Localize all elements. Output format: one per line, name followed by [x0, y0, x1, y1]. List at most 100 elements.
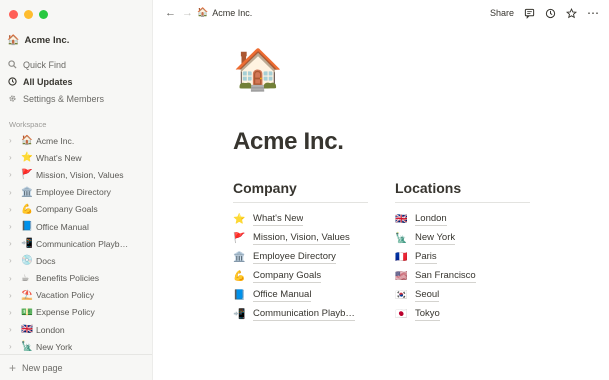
- sidebar-page-title: Company Goals: [36, 204, 98, 215]
- page-emoji: 💵: [21, 306, 33, 318]
- sidebar-page-row[interactable]: › 📘 Office Manual: [0, 218, 152, 235]
- page-tree: › 🏠 Acme Inc. › ⭐ What's New › 🚩 Mission, Visi…: [0, 132, 152, 355]
- sidebar-page-row[interactable]: › ⛱️ Vacation Policy: [0, 287, 152, 304]
- sidebar-page-row[interactable]: › 🚩 Mission, Vision, Values: [0, 166, 152, 183]
- breadcrumb-emoji: 🏠: [197, 7, 209, 17]
- page-link-title: London: [415, 213, 447, 226]
- link-emoji: 🇰🇷: [395, 290, 408, 301]
- page-link[interactable]: 🏛️ Employee Directory: [233, 248, 368, 267]
- sidebar-page-row[interactable]: › ☕ Benefits Policies: [0, 270, 152, 287]
- minimize-window-button[interactable]: [24, 10, 33, 19]
- clock-icon: [7, 76, 18, 88]
- forward-arrow-icon[interactable]: →: [182, 7, 193, 19]
- more-icon[interactable]: ⋯: [587, 6, 599, 20]
- page-link[interactable]: 🇬🇧 London: [395, 210, 530, 229]
- history-icon[interactable]: [545, 8, 556, 19]
- sidebar-page-title: London: [36, 324, 65, 335]
- sidebar-page-title: Communication Playb…: [36, 238, 129, 249]
- link-emoji: 🚩: [233, 233, 246, 244]
- topbar: ← → 🏠 Acme Inc. Share ⋯: [153, 0, 609, 26]
- page-link[interactable]: 📲 Communication Playb…: [233, 305, 368, 324]
- page-emoji: 🗽: [21, 341, 33, 353]
- page-emoji: 🇬🇧: [21, 324, 33, 336]
- chevron-right-icon[interactable]: ›: [9, 239, 21, 248]
- page-emoji: 🚩: [21, 169, 33, 181]
- close-window-button[interactable]: [9, 10, 18, 19]
- page-emoji: ⭐: [21, 152, 33, 164]
- page-icon[interactable]: 🏠: [233, 50, 283, 90]
- sidebar-page-title: Mission, Vision, Values: [36, 169, 124, 180]
- link-emoji: 🏛️: [233, 252, 246, 263]
- sidebar-page-row[interactable]: › 💪 Company Goals: [0, 201, 152, 218]
- chevron-right-icon[interactable]: ›: [9, 222, 21, 231]
- share-button[interactable]: Share: [490, 8, 514, 18]
- workspace-switcher[interactable]: 🏠 Acme Inc.: [7, 35, 69, 46]
- zoom-window-button[interactable]: [39, 10, 48, 19]
- gear-icon: [7, 94, 18, 105]
- page-link[interactable]: 📘 Office Manual: [233, 286, 368, 305]
- page-link[interactable]: 🇫🇷 Paris: [395, 248, 530, 267]
- app-window: 🏠 Acme Inc. Quick Find All Updates Setti…: [0, 0, 609, 380]
- chevron-right-icon[interactable]: ›: [9, 274, 21, 283]
- breadcrumb[interactable]: 🏠 Acme Inc.: [197, 7, 252, 18]
- page-link[interactable]: ⭐ What's New: [233, 210, 368, 229]
- chevron-right-icon[interactable]: ›: [9, 291, 21, 300]
- sidebar-page-row[interactable]: › ⭐ What's New: [0, 149, 152, 166]
- chevron-right-icon[interactable]: ›: [9, 325, 21, 334]
- sidebar-page-title: Expense Policy: [36, 307, 95, 318]
- page-link[interactable]: 🚩 Mission, Vision, Values: [233, 229, 368, 248]
- sidebar-page-row[interactable]: › 💵 Expense Policy: [0, 304, 152, 321]
- page-title[interactable]: Acme Inc.: [233, 128, 344, 156]
- chevron-right-icon[interactable]: ›: [9, 188, 21, 197]
- settings-members-label: Settings & Members: [23, 94, 105, 104]
- main-content: ← → 🏠 Acme Inc. Share ⋯ 🏠 Acme Inc. Comp…: [153, 0, 609, 380]
- sidebar-page-title: What's New: [36, 152, 82, 163]
- star-icon[interactable]: [566, 7, 577, 19]
- sidebar-page-title: Employee Directory: [36, 187, 111, 198]
- all-updates-label: All Updates: [23, 77, 73, 87]
- page-link-title: Employee Directory: [253, 251, 336, 264]
- chevron-right-icon[interactable]: ›: [9, 153, 21, 162]
- link-emoji: 🇬🇧: [395, 214, 408, 225]
- back-arrow-icon[interactable]: ←: [165, 7, 176, 19]
- quick-find-button[interactable]: Quick Find: [7, 58, 66, 72]
- settings-members-button[interactable]: Settings & Members: [7, 92, 104, 106]
- page-emoji: 📘: [21, 221, 33, 233]
- new-page-button[interactable]: + New page: [0, 354, 152, 380]
- sidebar-page-row[interactable]: › 🗽 New York: [0, 338, 152, 355]
- page-link[interactable]: 💪 Company Goals: [233, 267, 368, 286]
- sidebar-page-row[interactable]: › 🇬🇧 London: [0, 321, 152, 338]
- page-emoji: 💪: [21, 203, 33, 215]
- chevron-right-icon[interactable]: ›: [9, 342, 21, 351]
- chevron-right-icon[interactable]: ›: [9, 136, 21, 145]
- locations-heading[interactable]: Locations: [395, 180, 530, 203]
- search-icon: [7, 59, 18, 71]
- page-link[interactable]: 🇺🇸 San Francisco: [395, 267, 530, 286]
- link-emoji: 📘: [233, 290, 246, 301]
- sidebar-page-row[interactable]: › 💿 Docs: [0, 252, 152, 269]
- company-heading[interactable]: Company: [233, 180, 368, 203]
- page-link[interactable]: 🗽 New York: [395, 229, 530, 248]
- chevron-right-icon[interactable]: ›: [9, 205, 21, 214]
- page-link-title: New York: [415, 232, 456, 245]
- link-emoji: 🇯🇵: [395, 309, 408, 320]
- sidebar: 🏠 Acme Inc. Quick Find All Updates Setti…: [0, 0, 153, 380]
- page-link[interactable]: 🇰🇷 Seoul: [395, 286, 530, 305]
- page-link-title: Company Goals: [253, 270, 322, 283]
- sidebar-page-row[interactable]: › 📲 Communication Playb…: [0, 235, 152, 252]
- sidebar-page-title: Benefits Policies: [36, 273, 100, 284]
- page-link[interactable]: 🇯🇵 Tokyo: [395, 305, 530, 324]
- sidebar-page-row[interactable]: › 🏠 Acme Inc.: [0, 132, 152, 149]
- chevron-right-icon[interactable]: ›: [9, 256, 21, 265]
- sidebar-page-row[interactable]: › 🏛️ Employee Directory: [0, 184, 152, 201]
- sidebar-page-title: Vacation Policy: [36, 290, 95, 301]
- all-updates-button[interactable]: All Updates: [7, 75, 73, 89]
- link-emoji: 📲: [233, 309, 246, 320]
- chevron-right-icon[interactable]: ›: [9, 308, 21, 317]
- sidebar-page-title: Docs: [36, 255, 56, 266]
- comment-icon[interactable]: [524, 8, 535, 19]
- chevron-right-icon[interactable]: ›: [9, 170, 21, 179]
- workspace-emoji: 🏠: [7, 35, 20, 46]
- new-page-label: New page: [22, 362, 63, 373]
- page-link-title: Paris: [415, 251, 437, 264]
